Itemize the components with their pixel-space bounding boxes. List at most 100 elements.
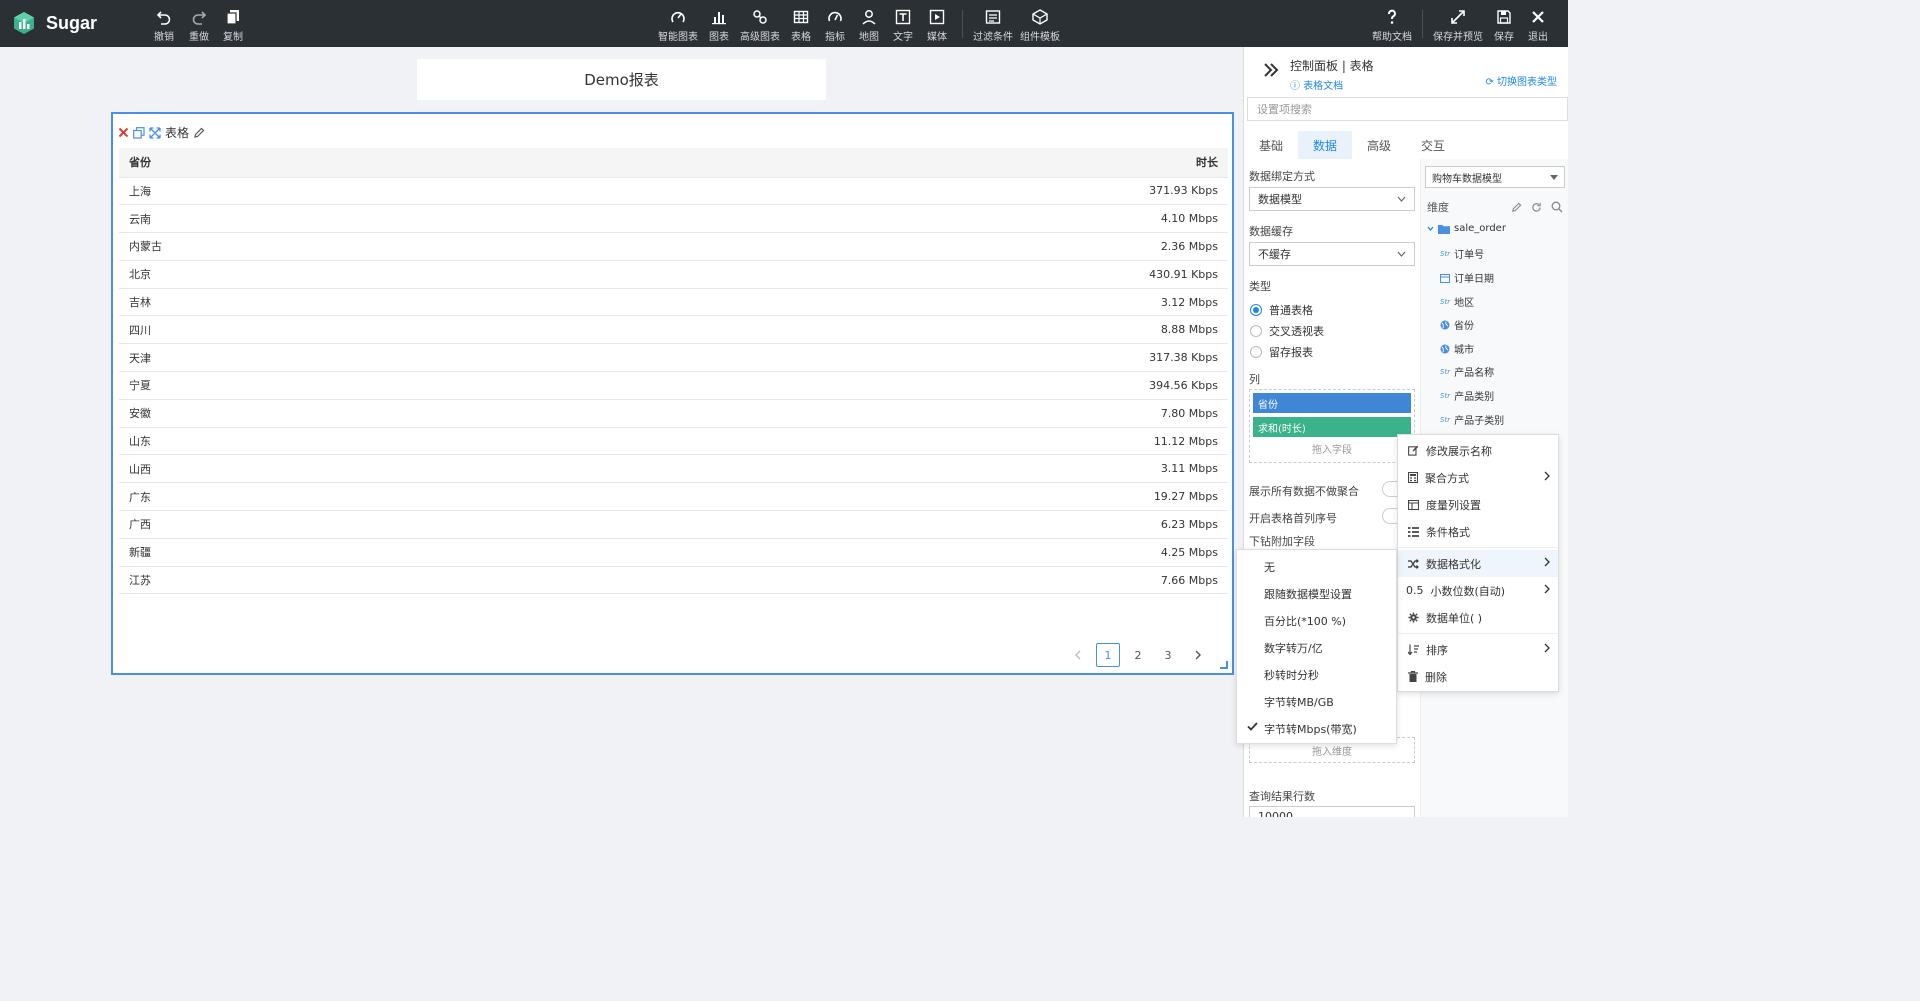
rows-input[interactable]: 10000 [1249,806,1415,817]
help-button[interactable]: 帮助文档 [1372,8,1412,43]
column-chip-duration-sum[interactable]: 求和(时长) [1253,417,1411,437]
media-icon [929,9,945,25]
field-order-id[interactable]: Str 订单号 [1440,246,1485,262]
data-model-select[interactable]: 购物车数据模型 [1425,166,1565,188]
field-product-category[interactable]: Str 产品类别 [1440,388,1494,404]
format-option-bytes-mb[interactable]: 字节转MB/GB [1237,688,1396,715]
table-widget[interactable]: 表格 省份 时长 上海 371.93 Kbps 云南 4.10 Mbps 内蒙古 2.… [111,112,1234,675]
table-row: 新疆 4.25 Mbps [119,538,1228,567]
pencil-icon[interactable] [1511,202,1522,213]
format-option-none[interactable]: 无 [1237,553,1396,580]
string-type-icon: Str [1440,249,1451,258]
template-button[interactable]: 组件模板 [1020,8,1060,43]
radio-retention-report[interactable]: 留存报表 [1250,344,1313,360]
next-page-button[interactable] [1186,643,1210,667]
filter-button[interactable]: 过滤条件 [973,8,1013,43]
field-city[interactable]: 城市 [1440,341,1474,356]
decimal-icon: 0.5 [1406,584,1424,597]
panel-header: 控制面板 | 表格 ⓘ 表格文档 ⟳ 切换图表类型 [1244,47,1568,97]
exit-button[interactable]: 退出 [1528,8,1548,43]
radio-pivot-table[interactable]: 交叉透视表 [1250,323,1324,339]
format-option-seconds[interactable]: 秒转时分秒 [1237,661,1396,688]
cache-value: 不缓存 [1258,248,1291,261]
field-product-name[interactable]: Str 产品名称 [1440,364,1494,380]
menu-item-measure-settings[interactable]: 度量列设置 [1398,491,1558,518]
chart-button[interactable]: 图表 [709,8,729,43]
column-header-province[interactable]: 省份 [119,148,534,178]
table-icon [793,10,809,24]
folder-node[interactable]: sale_order [1427,223,1506,234]
cell-duration: 430.91 Kbps [533,260,1228,289]
duplicate-icon[interactable] [133,126,145,139]
page-button-2[interactable]: 2 [1126,643,1150,667]
table-row: 吉林 3.12 Mbps [119,288,1228,317]
format-option-follow-model[interactable]: 跟随数据模型设置 [1237,580,1396,607]
menu-item-sort[interactable]: 排序 [1398,636,1558,663]
gauge-button[interactable]: 指标 [825,8,845,43]
binding-select[interactable]: 数据模型 [1249,187,1415,211]
menu-divider [1398,633,1558,634]
cache-select[interactable]: 不缓存 [1249,242,1415,266]
menu-item-data-unit[interactable]: 数据单位( ) [1398,604,1558,631]
menu-item-aggregation[interactable]: 聚合方式 [1398,464,1558,491]
cell-province: 宁夏 [119,371,534,400]
menu-item-decimal-places[interactable]: 0.5 小数位数(自动) [1398,577,1558,604]
menu-item-delete[interactable]: 删除 [1398,663,1558,690]
format-option-wan-yi[interactable]: 数字转万/亿 [1237,634,1396,661]
cell-province: 广西 [119,510,534,539]
column-header-duration[interactable]: 时长 [533,148,1228,178]
refresh-icon[interactable] [1531,202,1542,213]
copy-button[interactable]: 复制 [223,8,243,43]
save-preview-button[interactable]: 保存并预览 [1433,8,1483,43]
tab-basic[interactable]: 基础 [1244,131,1298,159]
pencil-icon[interactable] [193,127,205,139]
report-title[interactable]: Demo报表 [417,59,826,100]
expand-icon[interactable] [149,126,161,139]
page-button-3[interactable]: 3 [1156,643,1180,667]
field-product-subcategory[interactable]: Str 产品子类别 [1440,412,1505,428]
save-button[interactable]: 保存 [1494,8,1514,43]
close-icon[interactable] [118,127,129,138]
tab-interaction[interactable]: 交互 [1406,131,1460,159]
field-name: 订单号 [1454,250,1485,261]
menu-item-data-format[interactable]: 数据格式化 [1398,550,1558,577]
column-chip-province[interactable]: 省份 [1253,393,1411,413]
search-icon[interactable] [1551,201,1563,213]
table-doc-link[interactable]: ⓘ 表格文档 [1290,77,1343,92]
columns-dropzone[interactable]: 省份 求和(时长) 拖入字段 [1249,389,1415,463]
tab-data[interactable]: 数据 [1298,131,1353,159]
field-name: 产品子类别 [1454,416,1505,427]
collapse-panel-icon[interactable] [1263,63,1279,77]
rows-label: 查询结果行数 [1249,790,1315,803]
map-button[interactable]: 地图 [859,8,879,43]
prev-page-button[interactable] [1066,643,1090,667]
menu-item-rename[interactable]: 修改展示名称 [1398,437,1558,464]
field-province[interactable]: 省份 [1440,317,1474,332]
top-toolbar: Sugar 撤销 重做 复制 智能图表 图表 高级图表 表格 指标 地图 文字 [0,0,1568,47]
resize-handle[interactable] [1220,661,1228,669]
switch-chart-type-text: 切换图表类型 [1497,77,1557,88]
field-name: 地区 [1454,298,1475,309]
redo-button[interactable]: 重做 [189,8,209,43]
menu-item-conditional-format[interactable]: 条件格式 [1398,518,1558,545]
format-option-bytes-mbps[interactable]: 字节转Mbps(带宽) [1237,715,1396,742]
smart-chart-button[interactable]: 智能图表 [658,8,698,43]
field-order-date[interactable]: 订单日期 [1440,270,1494,285]
page-button-1[interactable]: 1 [1096,643,1120,667]
settings-search-input[interactable]: 设置项搜索 [1247,97,1568,121]
cell-duration: 3.11 Mbps [533,454,1228,484]
field-name: 订单日期 [1454,274,1494,285]
field-region[interactable]: Str 地区 [1440,294,1475,310]
text-button[interactable]: 文字 [893,8,913,43]
radio-normal-table[interactable]: 普通表格 [1250,302,1313,318]
cell-duration: 6.23 Mbps [533,510,1228,539]
cell-duration: 7.66 Mbps [533,566,1228,595]
help-label: 帮助文档 [1372,32,1412,43]
advanced-chart-button[interactable]: 高级图表 [740,8,780,43]
format-option-percent[interactable]: 百分比(*100 %) [1237,607,1396,634]
tab-advanced[interactable]: 高级 [1352,131,1406,159]
undo-button[interactable]: 撤销 [154,8,174,43]
table-button[interactable]: 表格 [791,8,811,43]
switch-chart-type-link[interactable]: ⟳ 切换图表类型 [1485,73,1557,88]
media-button[interactable]: 媒体 [927,8,947,43]
